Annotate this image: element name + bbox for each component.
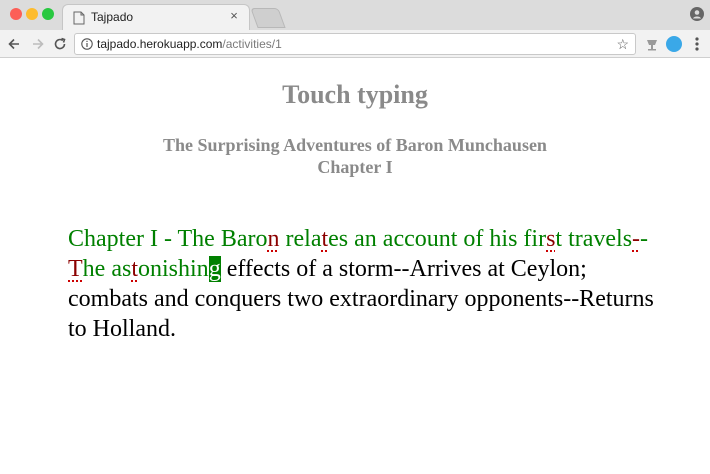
close-tab-icon[interactable]: × — [227, 9, 241, 23]
profile-icon[interactable] — [690, 7, 704, 21]
minimize-window-button[interactable] — [26, 8, 38, 20]
book-title: The Surprising Adventures of Baron Munch… — [163, 135, 547, 155]
browser-tab-strip: Tajpado × — [0, 0, 710, 30]
typed-text-segment: es an account of his fir — [328, 226, 547, 252]
back-arrow-icon[interactable] — [6, 36, 22, 52]
url-path: /activities/1 — [222, 37, 282, 51]
page-title: Touch typing — [282, 80, 428, 109]
typing-text-area[interactable]: Chapter I - The Baron rela t es an account… — [68, 224, 658, 344]
typed-text-segment: - — [640, 226, 649, 252]
typed-error-char: t — [131, 256, 138, 282]
info-icon[interactable] — [81, 38, 93, 50]
page-icon — [73, 11, 85, 25]
bookmark-star-icon[interactable]: ☆ — [616, 36, 629, 52]
typed-text-segment: t travels — [555, 226, 633, 252]
url-host: tajpado.herokuapp.com — [97, 37, 223, 51]
typing-cursor-char: g — [208, 256, 221, 282]
new-tab-button[interactable] — [250, 8, 286, 28]
close-window-button[interactable] — [10, 8, 22, 20]
extension-blue-icon[interactable] — [666, 36, 682, 52]
typed-text-segment: he as — [82, 256, 132, 282]
chapter-title: Chapter I — [317, 157, 393, 177]
typed-error-char: - — [632, 226, 641, 252]
browser-toolbar: tajpado.herokuapp.com/activities/1 ☆ — [0, 30, 710, 58]
typed-text-segment: onishin — [138, 256, 209, 282]
typed-text-segment: rela — [279, 226, 322, 252]
reload-icon[interactable] — [52, 36, 68, 52]
typed-text-segment: Chapter I - The Baro — [68, 226, 268, 252]
forward-arrow-icon[interactable] — [30, 36, 46, 52]
maximize-window-button[interactable] — [42, 8, 54, 20]
typed-error-char: s — [546, 226, 556, 252]
extension-icon[interactable] — [644, 36, 660, 52]
typed-error-char: n — [267, 226, 280, 252]
typed-error-char: T — [68, 256, 83, 282]
menu-dots-icon[interactable] — [690, 36, 704, 52]
browser-tab[interactable]: Tajpado × — [62, 4, 250, 30]
address-bar[interactable]: tajpado.herokuapp.com/activities/1 ☆ — [74, 33, 636, 55]
tab-title: Tajpado — [91, 10, 134, 24]
url-text: tajpado.herokuapp.com/activities/1 — [97, 37, 282, 51]
